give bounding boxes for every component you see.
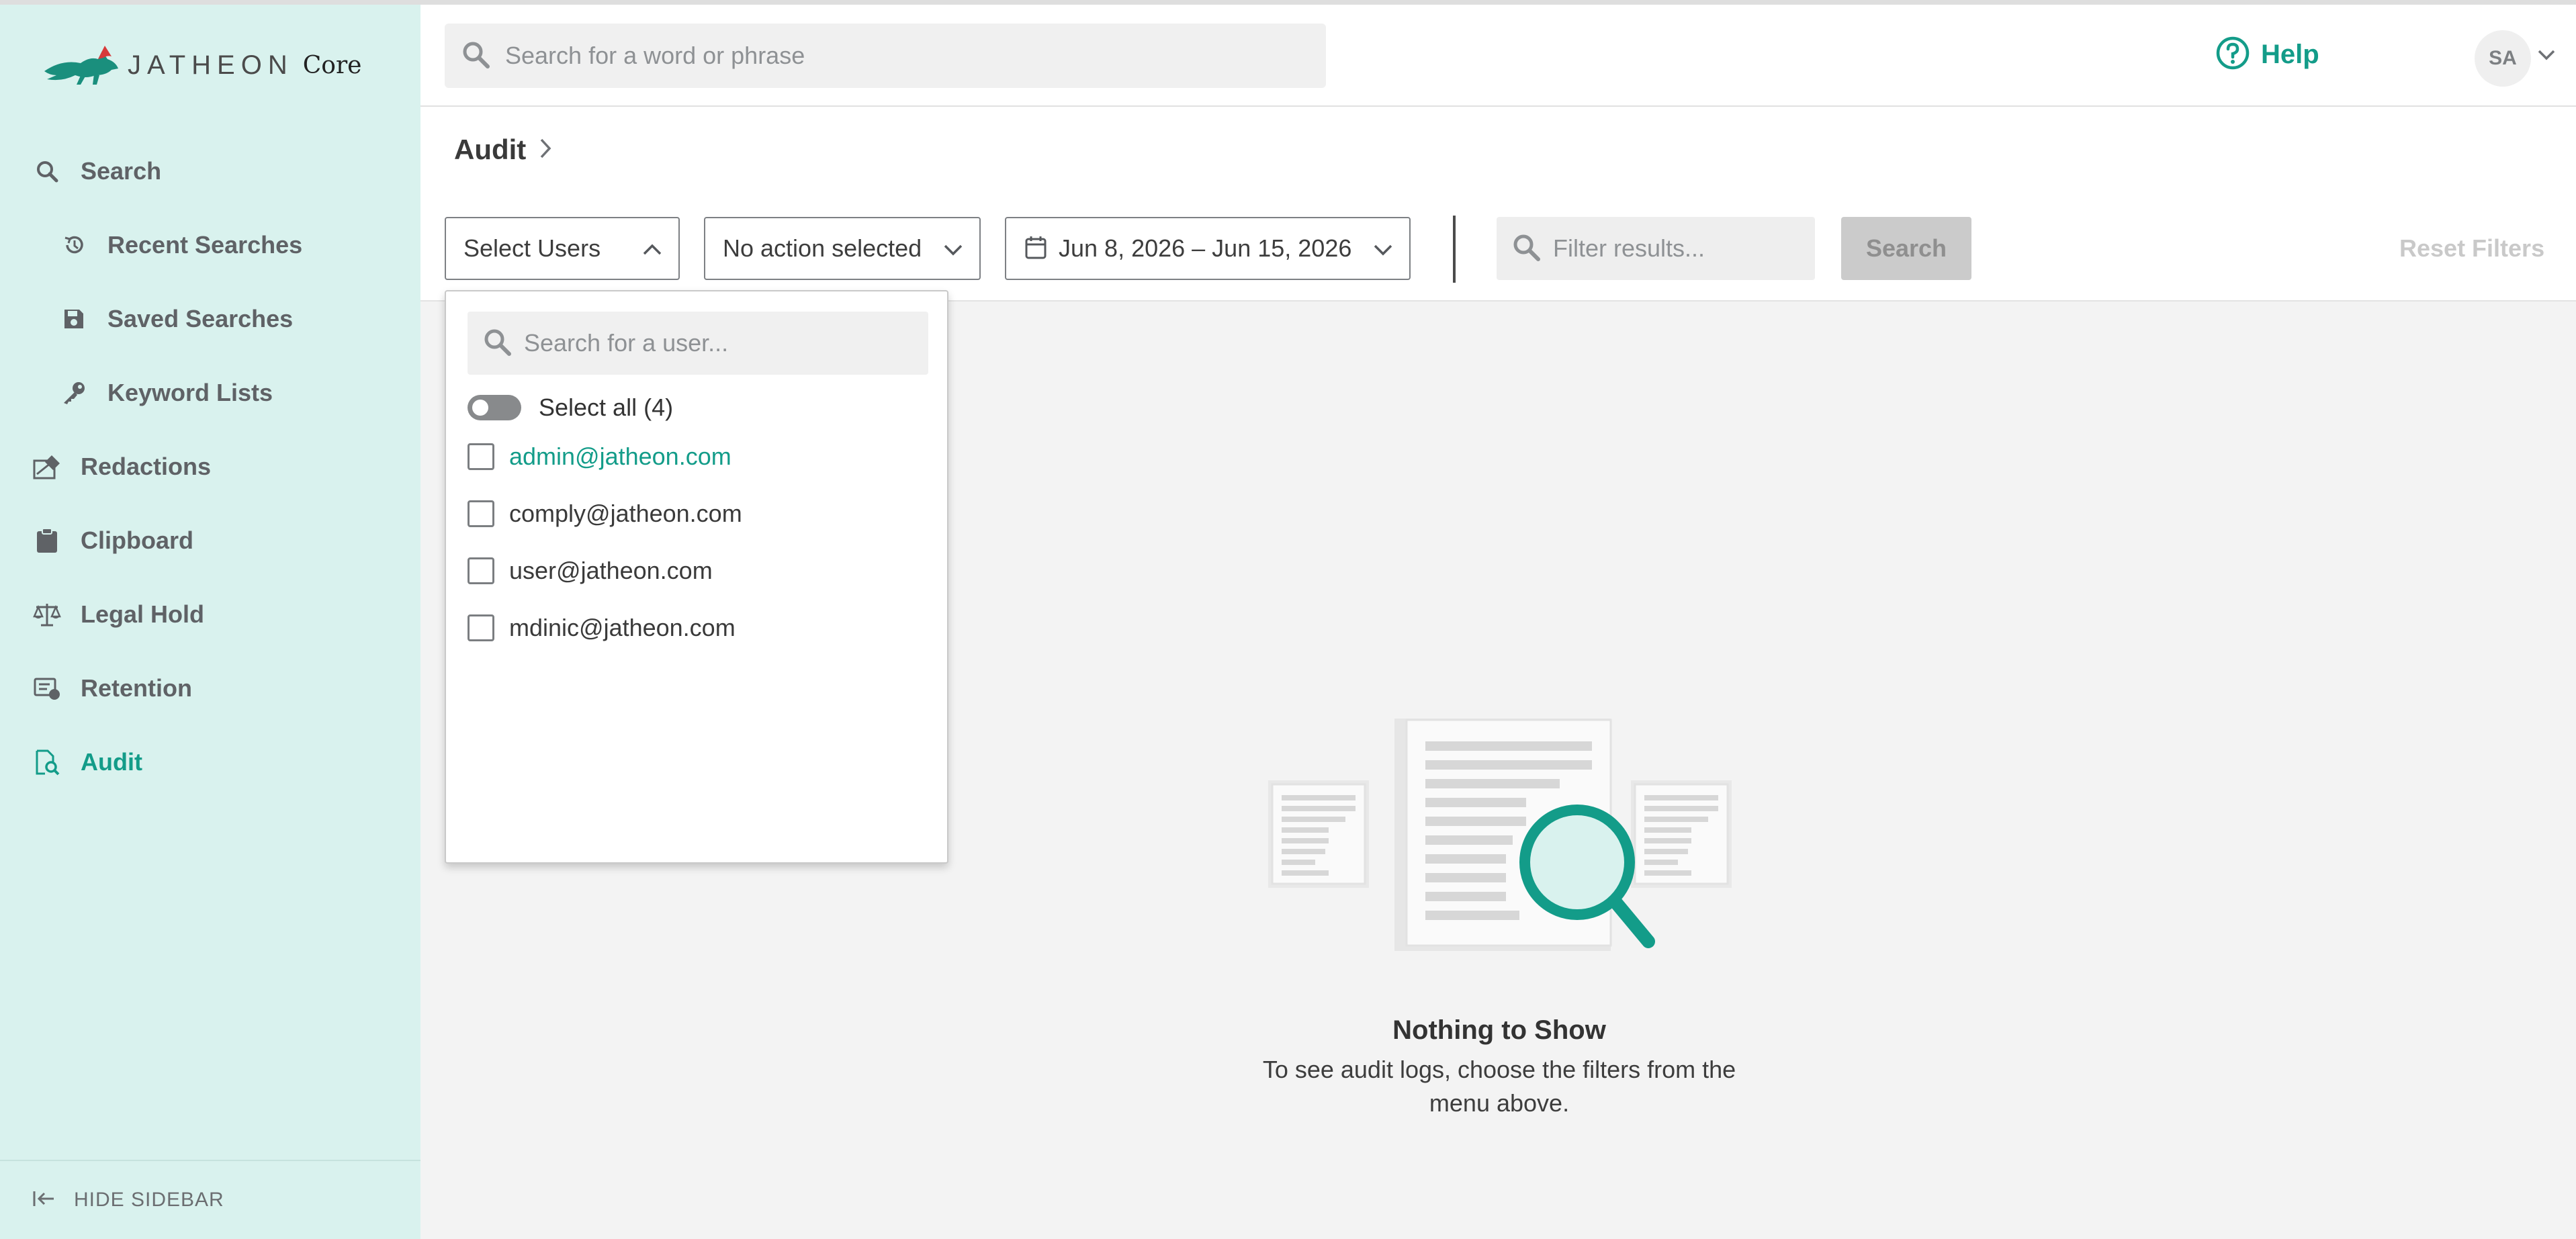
sidebar-item-label: Redactions [81, 453, 212, 480]
list-item[interactable]: comply@jatheon.com [468, 500, 742, 528]
key-icon [59, 378, 89, 408]
sidebar-item-redactions[interactable]: Redactions [0, 437, 420, 497]
sidebar-item-saved-searches[interactable]: Saved Searches [0, 289, 420, 349]
calendar-icon [1025, 235, 1047, 263]
audit-icon [32, 747, 62, 777]
action-select-dropdown[interactable]: No action selected [704, 217, 981, 280]
empty-state-title: Nothing to Show [1392, 1015, 1606, 1045]
help-label: Help [2261, 40, 2319, 69]
save-icon [59, 304, 89, 334]
chevron-down-icon [1372, 238, 1394, 265]
chevron-down-icon[interactable] [2536, 48, 2557, 64]
list-item[interactable]: user@jatheon.com [468, 557, 713, 585]
help-icon [2215, 36, 2250, 74]
search-icon [1511, 232, 1541, 265]
sidebar-item-label: Clipboard [81, 526, 193, 554]
action-select-label: No action selected [723, 234, 922, 262]
user-checkbox[interactable] [468, 557, 494, 584]
select-users-label: Select Users [463, 234, 601, 262]
user-avatar[interactable]: SA [2475, 30, 2531, 87]
hide-sidebar-button[interactable]: HIDE SIDEBAR [0, 1160, 420, 1239]
chevron-down-icon [942, 238, 965, 265]
toggle-knob [472, 400, 488, 416]
sidebar-item-legal-hold[interactable]: Legal Hold [0, 584, 420, 645]
user-search-box[interactable] [468, 312, 928, 375]
sidebar-item-label: Search [81, 157, 162, 185]
history-icon [59, 230, 89, 260]
select-users-panel: Select all (4) admin@jatheon.com comply@… [445, 290, 948, 864]
sidebar-item-audit[interactable]: Audit [0, 732, 420, 792]
sidebar-item-keyword-lists[interactable]: Keyword Lists [0, 363, 420, 423]
reset-filters-button[interactable]: Reset Filters [2399, 234, 2544, 263]
chevron-up-icon [641, 238, 664, 265]
user-email: mdinic@jatheon.com [509, 614, 736, 641]
toolbar-divider [1453, 216, 1456, 283]
select-users-dropdown[interactable]: Select Users [445, 217, 680, 280]
chevron-right-icon [538, 136, 553, 164]
sidebar-item-label: Keyword Lists [107, 379, 273, 406]
logo-suffix: Core [302, 51, 362, 79]
sidebar-item-clipboard[interactable]: Clipboard [0, 510, 420, 571]
sidebar-item-label: Retention [81, 674, 192, 702]
search-icon [32, 156, 62, 186]
sidebar-item-label: Saved Searches [107, 305, 294, 332]
select-all-row: Select all (4) [468, 394, 673, 422]
sidebar-item-retention[interactable]: Retention [0, 658, 420, 719]
collapse-left-icon [32, 1189, 55, 1211]
jatheon-logo-icon [44, 46, 118, 85]
user-search-input[interactable] [524, 329, 920, 357]
logo-text: JATHEON [128, 50, 294, 80]
date-range-label: Jun 8, 2026 – Jun 15, 2026 [1059, 234, 1352, 262]
list-item[interactable]: admin@jatheon.com [468, 443, 731, 471]
sidebar: JATHEON Core Search Recent Searches Save… [0, 5, 420, 1239]
clipboard-icon [32, 526, 62, 555]
page-title[interactable]: Audit [454, 134, 526, 166]
global-search-input[interactable] [505, 42, 1278, 70]
search-icon [482, 327, 512, 360]
user-email: user@jatheon.com [509, 557, 713, 584]
hide-sidebar-label: HIDE SIDEBAR [74, 1189, 224, 1211]
user-checkbox[interactable] [468, 614, 494, 641]
select-all-toggle[interactable] [468, 395, 521, 420]
date-range-picker[interactable]: Jun 8, 2026 – Jun 15, 2026 [1005, 217, 1411, 280]
retention-icon [32, 674, 62, 703]
sidebar-item-label: Audit [81, 748, 142, 776]
user-checkbox[interactable] [468, 500, 494, 527]
user-email: comply@jatheon.com [509, 500, 742, 527]
app-logo[interactable]: JATHEON Core [42, 38, 361, 92]
search-button[interactable]: Search [1841, 217, 1971, 280]
filter-results-box[interactable] [1497, 217, 1815, 280]
top-border [0, 0, 2576, 5]
audit-toolbar: Audit Select Users No action selected Ju… [420, 107, 2576, 302]
top-header: Help SA [420, 5, 2576, 107]
sidebar-item-label: Recent Searches [107, 231, 303, 259]
empty-state-illustration [1268, 717, 1738, 962]
search-icon [461, 40, 490, 73]
select-all-label: Select all (4) [539, 394, 674, 421]
help-button[interactable]: Help [2215, 36, 2319, 74]
sidebar-item-label: Legal Hold [81, 600, 205, 628]
user-checkbox[interactable] [468, 443, 494, 470]
scale-icon [32, 600, 62, 629]
breadcrumb: Audit [454, 134, 553, 166]
list-item[interactable]: mdinic@jatheon.com [468, 614, 736, 642]
user-email: admin@jatheon.com [509, 443, 731, 470]
sidebar-item-recent-searches[interactable]: Recent Searches [0, 215, 420, 275]
filter-results-input[interactable] [1553, 234, 1808, 263]
sidebar-item-search[interactable]: Search [0, 141, 420, 201]
empty-state-description: To see audit logs, choose the filters fr… [1262, 1056, 1736, 1117]
global-search-bar[interactable] [445, 24, 1326, 88]
redaction-icon [32, 452, 62, 481]
